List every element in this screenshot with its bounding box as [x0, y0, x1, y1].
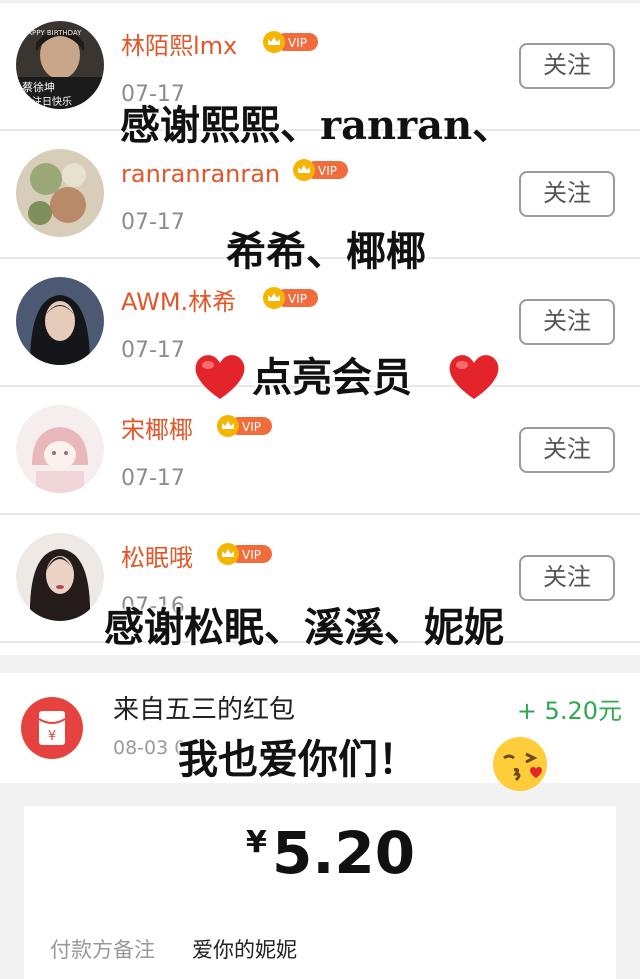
heart-icon	[195, 355, 245, 399]
vip-label: VIP	[242, 420, 261, 434]
caption-line-5: 我也爱你们！	[178, 736, 418, 783]
avatar-name-text: 蔡徐坤	[22, 80, 55, 94]
vip-badge-icon: VIP	[217, 543, 272, 565]
caption-line-4: 感谢松眠、溪溪、妮妮	[104, 604, 504, 651]
username[interactable]: ranranranran	[121, 159, 280, 189]
heart-icon	[449, 355, 499, 399]
vip-label: VIP	[242, 548, 261, 562]
vip-label: VIP	[318, 164, 337, 178]
avatar-caption-text: 关注日快乐	[22, 95, 72, 108]
red-packet-date: 08-03 0	[113, 737, 187, 759]
avatar[interactable]	[16, 149, 104, 237]
payer-note-value: 爱你的妮妮	[192, 938, 297, 962]
follow-date: 07-17	[121, 210, 185, 235]
username[interactable]: 松眠哦	[121, 543, 193, 573]
username[interactable]: 宋椰椰	[121, 415, 193, 445]
vip-badge-icon: VIP	[263, 31, 318, 53]
vip-label: VIP	[288, 36, 307, 50]
follow-button[interactable]: 关注	[519, 299, 615, 345]
vip-label: VIP	[288, 292, 307, 306]
kissing-face-icon	[493, 737, 547, 791]
follow-button[interactable]: 关注	[519, 427, 615, 473]
avatar[interactable]: HAPPY BIRTHDAY 蔡徐坤 关注日快乐	[16, 21, 104, 109]
avatar[interactable]	[16, 533, 104, 621]
currency-symbol: ¥	[246, 825, 267, 860]
red-envelope-glyph: ¥	[48, 729, 56, 744]
red-packet-amount: + 5.20元	[516, 697, 622, 725]
red-envelope-icon: ¥	[21, 697, 83, 759]
vip-badge-icon: VIP	[293, 159, 348, 181]
username[interactable]: AWM.林希	[121, 287, 236, 317]
section-divider	[0, 655, 640, 673]
caption-line-2: 希希、椰椰	[226, 228, 426, 275]
follow-date: 07-17	[121, 338, 185, 363]
vip-badge-icon: VIP	[263, 287, 318, 309]
username[interactable]: 林陌熙lmx	[121, 31, 237, 61]
follow-date: 07-17	[121, 466, 185, 491]
follow-button[interactable]: 关注	[519, 43, 615, 89]
caption-line-1: 感谢熙熙、ranran、	[120, 102, 513, 149]
caption-line-3: 点亮会员	[252, 354, 412, 401]
avatar-banner-text: HAPPY BIRTHDAY	[22, 29, 82, 37]
follower-row[interactable]: 宋椰椰 VIP 07-17 关注	[0, 387, 640, 515]
avatar[interactable]	[16, 405, 104, 493]
avatar[interactable]	[16, 277, 104, 365]
follow-button[interactable]: 关注	[519, 555, 615, 601]
vip-badge-icon: VIP	[217, 415, 272, 437]
payer-note-label: 付款方备注	[50, 938, 155, 962]
red-packet-title: 来自五三的红包	[113, 695, 296, 725]
payment-amount: 5.20	[272, 819, 416, 887]
follow-button[interactable]: 关注	[519, 171, 615, 217]
